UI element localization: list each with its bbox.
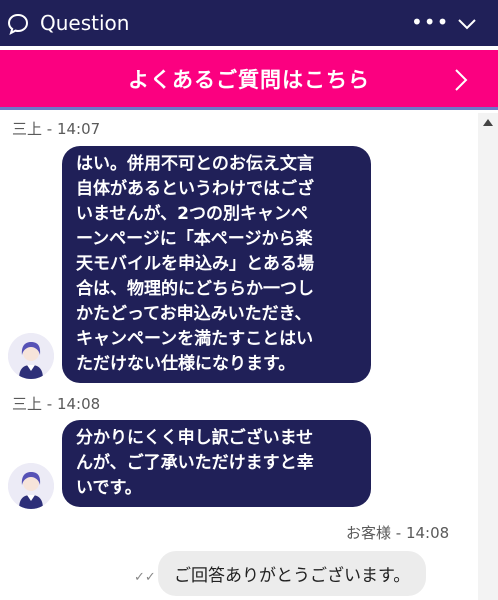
message-line: ただけない仕様になります。	[76, 354, 296, 374]
agent-avatar	[8, 333, 54, 379]
agent-message-bubble: はい。併用不可とのお伝え文言 自体があるというわけではござ いませんが、2つの別…	[62, 146, 371, 383]
message-line: ーンページに「本ページから楽	[76, 229, 313, 249]
message-line: キャンペーンを満たすことはい	[76, 329, 314, 349]
message-line: んが、ご了承いただけますと幸	[76, 453, 314, 473]
message-line: かたどってお申込みいただき、	[76, 304, 312, 324]
user-message-text: ご回答ありがとうございます。	[174, 566, 411, 586]
faq-banner-button[interactable]: よくあるご質問はこちら	[0, 50, 498, 110]
user-message-bubble: ご回答ありがとうございます。	[158, 551, 427, 596]
chevron-down-icon[interactable]	[456, 13, 478, 35]
chat-scrollbar[interactable]	[478, 113, 498, 600]
scroll-up-arrow-icon[interactable]	[483, 119, 493, 126]
chat-bubble-icon	[7, 13, 29, 36]
chat-messages[interactable]: 三上 - 14:07 はい。併用不可とのお伝え文言 自体があるというわけではござ…	[0, 113, 478, 600]
chevron-right-icon	[455, 69, 468, 91]
message-line: 天モバイルを申込み」とある場	[76, 254, 314, 274]
more-options-icon[interactable]: •••	[411, 10, 449, 34]
agent-message-bubble: 分かりにくく申し訳ございませ んが、ご了承いただけますと幸 いです。	[62, 420, 371, 507]
agent-avatar-icon	[8, 463, 54, 509]
faq-banner-label: よくあるご質問はこちら	[128, 67, 370, 92]
message-sender-time: お客様 - 14:08	[346, 524, 450, 542]
message-sender-time: 三上 - 14:07	[12, 120, 101, 138]
message-line: いませんが、2つの別キャンペ	[76, 204, 308, 224]
chat-title: Question	[40, 11, 130, 35]
message-line: はい。併用不可とのお伝え文言	[76, 154, 314, 174]
message-line: 合は、物理的にどちらか一つし	[76, 279, 314, 299]
message-line: 分かりにくく申し訳ございませ	[76, 428, 314, 448]
message-line: いです。	[76, 478, 142, 498]
chat-header: Question •••	[0, 0, 498, 46]
agent-avatar	[8, 463, 54, 509]
message-sender-time: 三上 - 14:08	[12, 395, 101, 413]
agent-avatar-icon	[8, 333, 54, 379]
message-line: 自体があるというわけではござ	[76, 179, 314, 199]
read-receipt-icon: ✓✓	[134, 570, 156, 585]
